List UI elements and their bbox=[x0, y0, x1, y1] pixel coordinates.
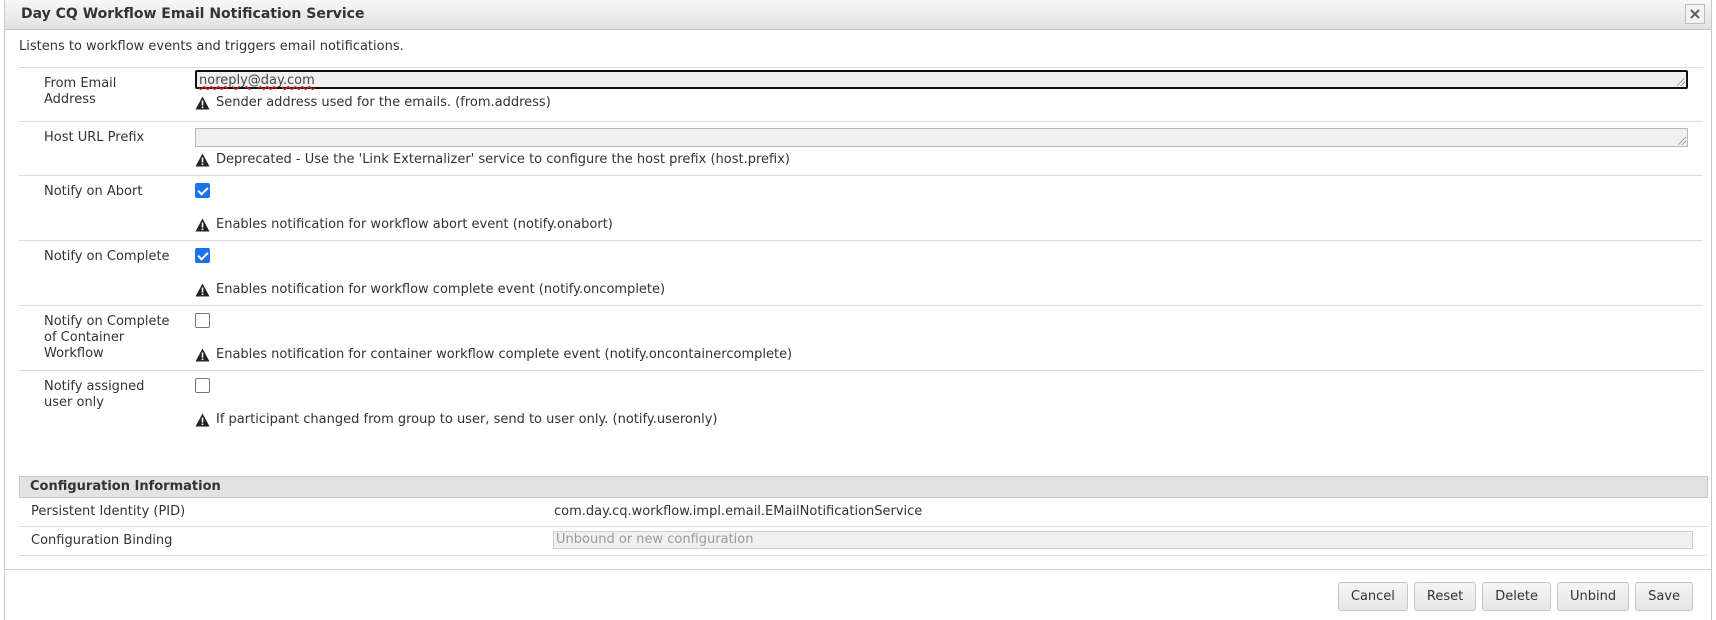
row-notify-oncontainercomplete: Notify on Complete of Container Workflow… bbox=[19, 305, 1703, 370]
notify-oncontainercomplete-checkbox[interactable] bbox=[195, 313, 210, 328]
notify-onabort-hint-text: Enables notification for workflow abort … bbox=[216, 217, 613, 232]
notify-onabort-hint: Enables notification for workflow abort … bbox=[195, 217, 613, 232]
save-button[interactable]: Save bbox=[1635, 582, 1693, 611]
notify-onabort-checkbox[interactable] bbox=[195, 183, 210, 198]
cancel-button[interactable]: Cancel bbox=[1337, 582, 1408, 611]
row-notify-useronly: Notify assigned user only If participant… bbox=[19, 370, 1703, 436]
warning-icon bbox=[195, 218, 210, 231]
pid-value: com.day.cq.workflow.impl.email.EMailNoti… bbox=[554, 504, 923, 519]
binding-select[interactable]: Unbound or new configuration bbox=[553, 531, 1693, 549]
notify-oncomplete-hint-text: Enables notification for workflow comple… bbox=[216, 282, 666, 297]
from-address-label: From Email Address bbox=[44, 76, 117, 107]
row-host-prefix: Host URL Prefix Deprecated - Use the 'Li… bbox=[19, 121, 1703, 175]
warning-icon bbox=[195, 413, 210, 426]
notify-useronly-checkbox[interactable] bbox=[195, 378, 210, 393]
footer-divider bbox=[5, 569, 1711, 570]
unbind-button[interactable]: Unbind bbox=[1556, 582, 1630, 611]
notify-oncontainercomplete-hint-text: Enables notification for container workf… bbox=[216, 347, 793, 362]
notify-useronly-hint: If participant changed from group to use… bbox=[195, 412, 717, 427]
button-bar: Cancel Reset Delete Unbind Save bbox=[1337, 582, 1693, 611]
pid-label: Persistent Identity (PID) bbox=[31, 504, 186, 519]
close-icon[interactable]: × bbox=[1685, 4, 1705, 24]
warning-icon bbox=[195, 283, 210, 296]
warning-icon bbox=[195, 96, 210, 109]
row-notify-oncomplete: Notify on Complete Enables notification … bbox=[19, 240, 1703, 305]
resize-grip-icon[interactable] bbox=[1677, 78, 1685, 86]
notify-useronly-label: Notify assigned user only bbox=[44, 379, 145, 410]
pid-row: Persistent Identity (PID) com.day.cq.wor… bbox=[19, 498, 1708, 527]
binding-label: Configuration Binding bbox=[31, 533, 173, 548]
host-prefix-hint: Deprecated - Use the 'Link Externalizer'… bbox=[195, 152, 790, 167]
host-prefix-input[interactable] bbox=[195, 128, 1688, 147]
row-from-address: From Email Address noreply@day.com Sende… bbox=[19, 67, 1703, 121]
from-address-value: noreply@day.com bbox=[199, 73, 315, 88]
host-prefix-label: Host URL Prefix bbox=[44, 130, 145, 145]
notify-oncomplete-checkbox[interactable] bbox=[195, 248, 210, 263]
service-description: Listens to workflow events and triggers … bbox=[19, 39, 404, 54]
notify-oncomplete-label: Notify on Complete bbox=[44, 249, 170, 264]
notify-oncontainercomplete-label: Notify on Complete of Container Workflow bbox=[44, 314, 170, 361]
warning-icon bbox=[195, 153, 210, 166]
configuration-dialog: Day CQ Workflow Email Notification Servi… bbox=[4, 0, 1712, 620]
from-address-input[interactable]: noreply@day.com bbox=[195, 70, 1688, 89]
row-notify-onabort: Notify on Abort Enables notification for… bbox=[19, 175, 1703, 240]
warning-icon bbox=[195, 348, 210, 361]
resize-grip-icon[interactable] bbox=[1678, 137, 1686, 145]
delete-button[interactable]: Delete bbox=[1482, 582, 1551, 611]
host-prefix-hint-text: Deprecated - Use the 'Link Externalizer'… bbox=[216, 152, 790, 167]
from-address-hint: Sender address used for the emails. (fro… bbox=[195, 95, 551, 110]
reset-button[interactable]: Reset bbox=[1413, 582, 1477, 611]
binding-row: Configuration Binding Unbound or new con… bbox=[19, 527, 1708, 556]
notify-onabort-label: Notify on Abort bbox=[44, 184, 143, 199]
notify-useronly-hint-text: If participant changed from group to use… bbox=[216, 412, 718, 427]
notify-oncomplete-hint: Enables notification for workflow comple… bbox=[195, 282, 665, 297]
dialog-title: Day CQ Workflow Email Notification Servi… bbox=[21, 6, 365, 22]
config-info-header: Configuration Information bbox=[19, 476, 1708, 498]
dialog-titlebar[interactable]: Day CQ Workflow Email Notification Servi… bbox=[5, 0, 1711, 30]
config-form: From Email Address noreply@day.com Sende… bbox=[19, 67, 1703, 436]
notify-oncontainercomplete-hint: Enables notification for container workf… bbox=[195, 347, 792, 362]
from-address-hint-text: Sender address used for the emails. (fro… bbox=[216, 95, 551, 110]
